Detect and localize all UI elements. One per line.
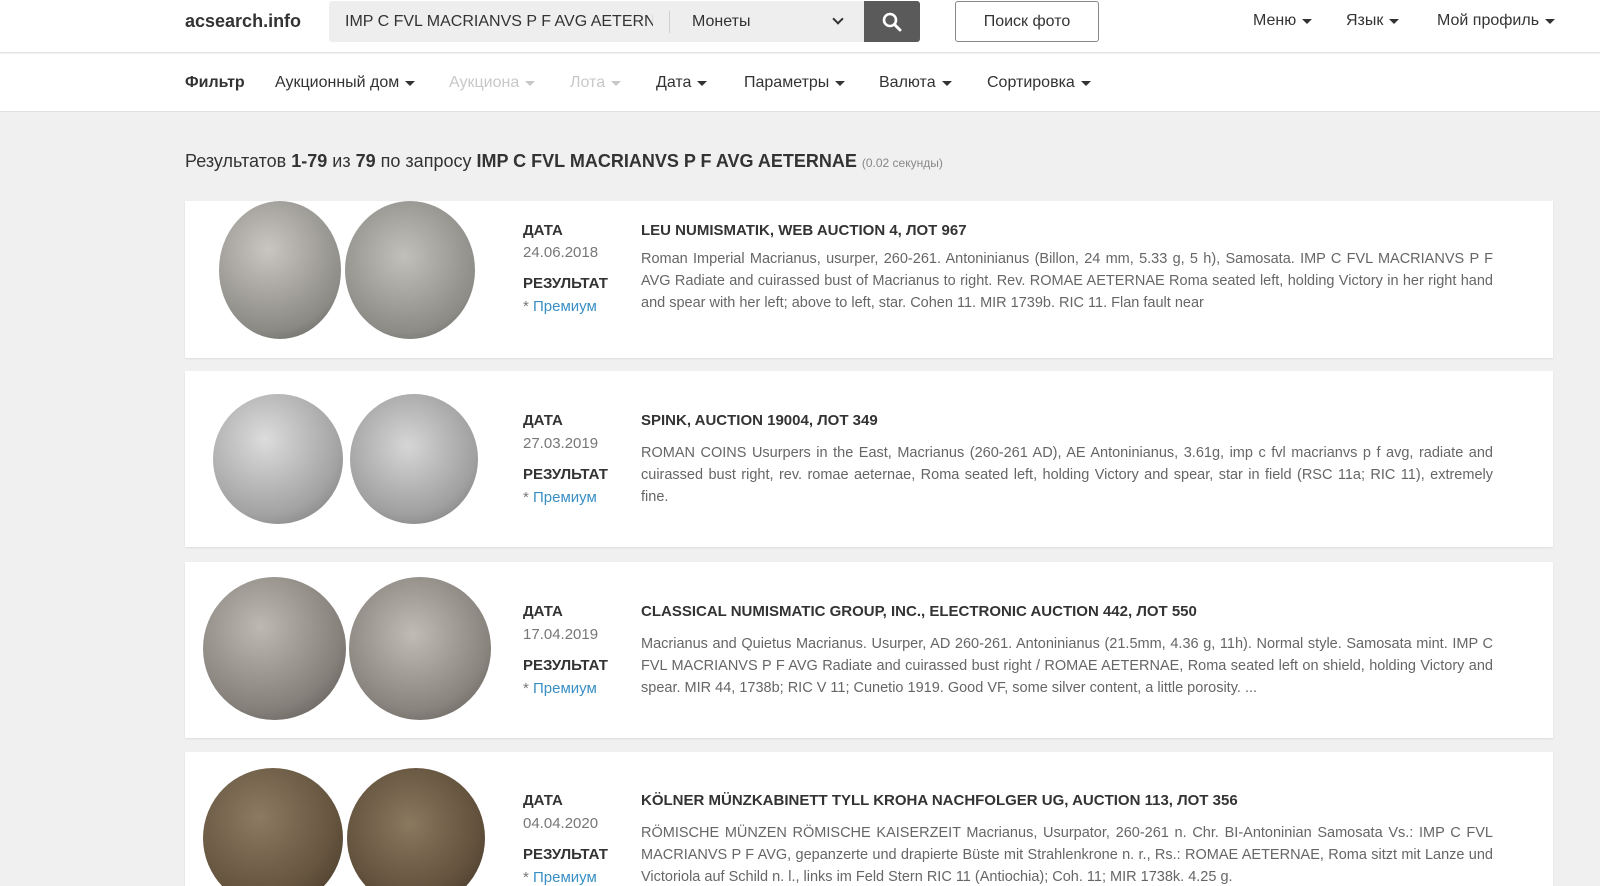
result-label: РЕЗУЛЬТАТ <box>523 275 608 292</box>
menu-dropdown[interactable]: Меню <box>1253 12 1313 30</box>
coin-reverse-image[interactable] <box>347 768 485 886</box>
premium-link[interactable]: Премиум <box>533 680 597 697</box>
caret-down-icon <box>405 80 416 86</box>
summary-prefix: Результатов <box>185 151 287 171</box>
top-bar: acsearch.info Монеты Поиск фото Меню Язы… <box>0 0 1600 53</box>
language-dropdown[interactable]: Язык <box>1346 12 1400 30</box>
result-label: РЕЗУЛЬТАТ <box>523 846 608 863</box>
caret-down-icon <box>1080 80 1091 86</box>
lot-title[interactable]: CLASSICAL NUMISMATIC GROUP, INC., ELECTR… <box>641 603 1197 620</box>
search-input[interactable] <box>329 1 669 42</box>
coin-reverse-image[interactable] <box>349 577 491 720</box>
lot-description: ROMAN COINS Usurpers in the East, Macria… <box>641 445 1493 505</box>
caret-down-icon <box>1389 18 1400 24</box>
premium-note: * Премиум <box>523 298 597 315</box>
summary-range: 1-79 <box>291 151 328 171</box>
filter-currency-label: Валюта <box>879 74 936 91</box>
category-select[interactable]: Монеты <box>670 1 864 42</box>
caret-down-icon <box>941 80 952 86</box>
filter-sort[interactable]: Сортировка <box>987 74 1091 92</box>
date-label: ДАТА <box>523 603 563 620</box>
premium-link[interactable]: Премиум <box>533 869 597 886</box>
result-card: ДАТА 04.04.2020 РЕЗУЛЬТАТ * Премиум KÖLN… <box>185 752 1553 886</box>
site-logo[interactable]: acsearch.info <box>185 11 301 32</box>
auction-date: 17.04.2019 <box>523 626 599 643</box>
search-form: Монеты <box>329 1 864 42</box>
premium-link[interactable]: Премиум <box>533 489 597 506</box>
filter-date-label: Дата <box>656 74 692 91</box>
summary-query-prefix: по запросу <box>380 151 472 171</box>
lot-title[interactable]: SPINK, AUCTION 19004, ЛОТ 349 <box>641 412 878 429</box>
language-label: Язык <box>1346 12 1384 29</box>
auction-date: 27.03.2019 <box>523 435 599 452</box>
date-label: ДАТА <box>523 792 563 809</box>
result-label: РЕЗУЛЬТАТ <box>523 466 608 483</box>
result-card: ДАТА 17.04.2019 РЕЗУЛЬТАТ * Премиум CLAS… <box>185 562 1553 738</box>
coin-obverse-image[interactable] <box>213 394 343 524</box>
coin-obverse-image[interactable] <box>203 768 343 886</box>
results-summary: Результатов 1-79 из 79 по запросу IMP C … <box>185 151 943 172</box>
lot-title[interactable]: LEU NUMISMATIK, WEB AUCTION 4, ЛОТ 967 <box>641 222 967 239</box>
coin-reverse-image[interactable] <box>350 394 478 524</box>
date-label: ДАТА <box>523 412 563 429</box>
filter-auction: Аукциона <box>449 74 536 92</box>
profile-label: Мой профиль <box>1437 12 1540 29</box>
search-button[interactable] <box>864 1 920 42</box>
summary-total: 79 <box>355 151 376 171</box>
caret-down-icon <box>835 80 846 86</box>
filter-bar: Фильтр Аукционный дом Аукциона Лота Дата… <box>0 54 1600 112</box>
filter-lot: Лота <box>570 74 622 92</box>
filter-date[interactable]: Дата <box>656 74 708 92</box>
summary-time: (0.02 секунды) <box>861 156 943 170</box>
premium-note: * Премиум <box>523 680 597 697</box>
caret-down-icon <box>525 80 536 86</box>
caret-down-icon <box>611 80 622 86</box>
result-card: ДАТА 27.03.2019 РЕЗУЛЬТАТ * Премиум SPIN… <box>185 371 1553 547</box>
lot-title[interactable]: KÖLNER MÜNZKABINETT TYLL KROHA NACHFOLGE… <box>641 792 1238 809</box>
caret-down-icon <box>697 80 708 86</box>
filter-auction-label: Аукциона <box>449 74 520 91</box>
summary-of: из <box>332 151 351 171</box>
result-label: РЕЗУЛЬТАТ <box>523 657 608 674</box>
filter-auction-house-label: Аукционный дом <box>275 74 400 91</box>
auction-date: 24.06.2018 <box>523 244 599 261</box>
summary-query: IMP C FVL MACRIANVS P F AVG AETERNAE <box>476 151 857 171</box>
filter-currency[interactable]: Валюта <box>879 74 952 92</box>
coin-obverse-image[interactable] <box>203 577 346 720</box>
coin-obverse-image[interactable] <box>219 201 341 339</box>
lot-description: Macrianus and Quietus Macrianus. Usurper… <box>641 636 1493 696</box>
filter-label: Фильтр <box>185 74 245 91</box>
filter-lot-label: Лота <box>570 74 606 91</box>
filter-params[interactable]: Параметры <box>744 74 846 92</box>
lot-description: Roman Imperial Macrianus, usurper, 260-2… <box>641 251 1493 311</box>
lot-description: RÖMISCHE MÜNZEN RÖMISCHE KAISERZEIT Macr… <box>641 825 1493 885</box>
date-label: ДАТА <box>523 222 563 239</box>
premium-link[interactable]: Премиум <box>533 298 597 315</box>
menu-label: Меню <box>1253 12 1297 29</box>
photo-search-button[interactable]: Поиск фото <box>955 1 1099 42</box>
profile-dropdown[interactable]: Мой профиль <box>1437 12 1556 30</box>
category-select-value: Монеты <box>692 12 751 30</box>
premium-note: * Премиум <box>523 489 597 506</box>
filter-auction-house[interactable]: Аукционный дом <box>275 74 416 92</box>
result-card: ДАТА 24.06.2018 РЕЗУЛЬТАТ * Премиум LEU … <box>185 201 1553 358</box>
auction-date: 04.04.2020 <box>523 815 599 832</box>
caret-down-icon <box>1545 18 1556 24</box>
coin-reverse-image[interactable] <box>345 201 475 339</box>
filter-params-label: Параметры <box>744 74 830 91</box>
premium-note: * Премиум <box>523 869 597 886</box>
search-icon <box>882 12 902 31</box>
filter-sort-label: Сортировка <box>987 74 1075 91</box>
chevron-down-icon <box>832 13 844 25</box>
caret-down-icon <box>1302 18 1313 24</box>
